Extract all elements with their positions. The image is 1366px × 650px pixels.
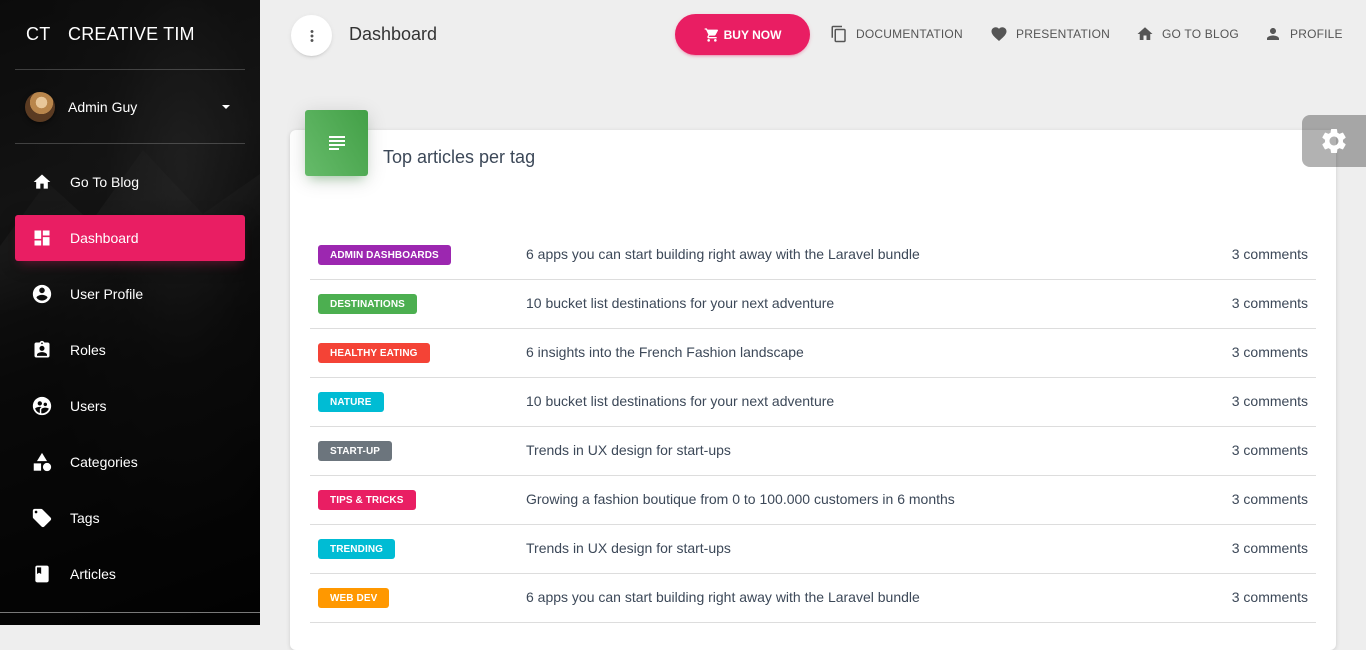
tag-badge: WEB DEV (318, 588, 390, 608)
brand-mini-logo[interactable]: CT (15, 24, 53, 45)
article-title[interactable]: Trends in UX design for start-ups (526, 540, 731, 556)
profile-label: PROFILE (1290, 27, 1343, 41)
tag-badge: ADMIN DASHBOARDS (318, 245, 451, 265)
table-row: NATURE 10 bucket list destinations for y… (310, 378, 1316, 427)
user-name[interactable]: Admin Guy (68, 99, 137, 115)
user-menu[interactable]: Admin Guy (15, 70, 245, 144)
gear-icon (1322, 129, 1346, 153)
sidebar-item-articles[interactable]: Articles (15, 551, 245, 597)
tag-badge: START-UP (318, 441, 393, 461)
settings-plugin-button[interactable] (1302, 115, 1366, 167)
card-header-icon (305, 110, 368, 176)
assignment-ind-icon (30, 338, 54, 362)
article-title[interactable]: 10 bucket list destinations for your nex… (526, 393, 834, 409)
documentation-label: DOCUMENTATION (856, 27, 963, 41)
table-row: START-UP Trends in UX design for start-u… (310, 427, 1316, 476)
sidebar-item-label: Articles (70, 566, 116, 582)
tag-icon (30, 506, 54, 530)
account-circle-icon (30, 282, 54, 306)
heart-icon (991, 27, 1007, 42)
articles-table: ADMIN DASHBOARDS 6 apps you can start bu… (310, 231, 1316, 623)
sidebar-item-label: Users (70, 398, 107, 414)
table-row: WEB DEV 6 apps you can start building ri… (310, 574, 1316, 623)
tag-badge: TRENDING (318, 539, 396, 559)
sidebar-item-label: User Profile (70, 286, 144, 302)
profile-link[interactable]: PROFILE (1264, 24, 1343, 44)
caret-down-icon[interactable] (222, 105, 230, 109)
comments-count: 3 comments (1231, 442, 1308, 458)
home-icon (1137, 27, 1153, 40)
sidebar-item-dashboard[interactable]: Dashboard (15, 215, 245, 261)
article-title[interactable]: 10 bucket list destinations for your nex… (526, 295, 834, 311)
shopping-cart-icon (704, 27, 718, 42)
go-to-blog-label: GO TO BLOG (1162, 27, 1239, 41)
tag-badge: DESTINATIONS (318, 294, 417, 314)
sidebar-item-label: Categories (70, 454, 138, 470)
table-row: TRENDING Trends in UX design for start-u… (310, 525, 1316, 574)
tag-badge: NATURE (318, 392, 384, 412)
comments-count: 3 comments (1231, 589, 1308, 605)
brand-name[interactable]: CREATIVE TIM (53, 24, 195, 45)
buy-now-label: BUY NOW (723, 27, 782, 42)
article-title[interactable]: Growing a fashion boutique from 0 to 100… (526, 491, 955, 507)
page-title[interactable]: Dashboard (349, 24, 437, 45)
sidebar-item-label: Dashboard (70, 230, 139, 246)
sidebar-nav: Go To Blog Dashboard User Profile Roles … (0, 159, 260, 597)
document-icon (831, 25, 846, 43)
card-title: Top articles per tag (383, 147, 536, 167)
buy-now-button[interactable]: BUY NOW (675, 14, 810, 55)
go-to-blog-link[interactable]: GO TO BLOG (1136, 24, 1239, 44)
comments-count: 3 comments (1231, 540, 1308, 556)
top-navbar: Dashboard BUY NOW DOCUMENTATION PRESENTA… (260, 0, 1366, 70)
sidebar-item-user-profile[interactable]: User Profile (15, 271, 245, 317)
presentation-link[interactable]: PRESENTATION (990, 24, 1110, 44)
more-vert-icon (310, 29, 313, 42)
home-icon (30, 170, 54, 194)
sidebar-divider (0, 612, 260, 613)
category-icon (30, 450, 54, 474)
table-row: TIPS & TRICKS Growing a fashion boutique… (310, 476, 1316, 525)
article-title[interactable]: 6 apps you can start building right away… (526, 589, 920, 605)
sidebar: CT CREATIVE TIM Admin Guy Go To Blog Das… (0, 0, 260, 625)
sidebar-item-go-to-blog[interactable]: Go To Blog (15, 159, 245, 205)
supervised-user-icon (30, 394, 54, 418)
list-icon (328, 136, 345, 150)
book-icon (30, 562, 54, 586)
tag-badge: TIPS & TRICKS (318, 490, 416, 510)
tag-badge: HEALTHY EATING (318, 343, 430, 363)
sidebar-minimize-button[interactable] (291, 15, 332, 56)
table-row: HEALTHY EATING 6 insights into the Frenc… (310, 329, 1316, 378)
sidebar-item-tags[interactable]: Tags (15, 495, 245, 541)
person-icon (1267, 28, 1279, 40)
article-title[interactable]: Trends in UX design for start-ups (526, 442, 731, 458)
documentation-link[interactable]: DOCUMENTATION (830, 24, 963, 44)
comments-count: 3 comments (1231, 393, 1308, 409)
comments-count: 3 comments (1231, 491, 1308, 507)
article-title[interactable]: 6 apps you can start building right away… (526, 246, 920, 262)
dashboard-icon (30, 226, 54, 250)
comments-count: 3 comments (1231, 344, 1308, 360)
comments-count: 3 comments (1231, 246, 1308, 262)
sidebar-item-label: Tags (70, 510, 100, 526)
table-row: ADMIN DASHBOARDS 6 apps you can start bu… (310, 231, 1316, 280)
sidebar-item-label: Roles (70, 342, 106, 358)
avatar[interactable] (25, 91, 55, 122)
brand[interactable]: CT CREATIVE TIM (15, 0, 245, 70)
sidebar-item-label: Go To Blog (70, 174, 140, 190)
presentation-label: PRESENTATION (1016, 27, 1110, 41)
sidebar-item-users[interactable]: Users (15, 383, 245, 429)
article-title[interactable]: 6 insights into the French Fashion lands… (526, 344, 804, 360)
sidebar-item-categories[interactable]: Categories (15, 439, 245, 485)
table-row: DESTINATIONS 10 bucket list destinations… (310, 280, 1316, 329)
sidebar-item-roles[interactable]: Roles (15, 327, 245, 373)
top-articles-card: Top articles per tag ADMIN DASHBOARDS 6 … (290, 110, 1336, 650)
comments-count: 3 comments (1231, 295, 1308, 311)
